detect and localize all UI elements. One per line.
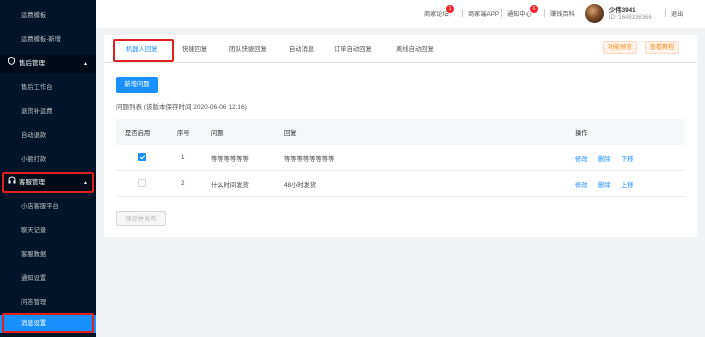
- row-index: 2: [181, 180, 185, 187]
- sidebar-item-qa-management[interactable]: 问答管理: [0, 294, 96, 312]
- tab-team-quick-reply[interactable]: 团队快捷回复: [229, 44, 267, 53]
- save-publish-button[interactable]: 保存并发布: [116, 211, 166, 226]
- table-row: 1 等等等等等等 等等等等等等等等 修改 删除 下移: [116, 145, 685, 171]
- notification-badge: 6: [530, 5, 538, 13]
- move-up-link[interactable]: 上移: [621, 180, 634, 189]
- chevron-up-icon: ▲: [83, 180, 88, 186]
- enable-checkbox[interactable]: [138, 179, 146, 187]
- row-question: 等等等等等等: [211, 156, 249, 163]
- chevron-up-icon: ▲: [83, 61, 88, 67]
- forum-link[interactable]: 商家论坛: [424, 9, 449, 18]
- tab-quick-reply[interactable]: 快捷回复: [182, 44, 207, 53]
- sidebar-group-customer-service[interactable]: 客服管理 ▲: [0, 174, 96, 192]
- tab-robot-reply[interactable]: 机器人回复: [126, 44, 157, 53]
- forum-badge: 1: [446, 5, 454, 13]
- sidebar-item-shipping-template-add[interactable]: 运费模板-新增: [0, 31, 96, 49]
- sidebar-item-chat-history[interactable]: 聊天记录: [0, 222, 96, 240]
- column-header: 回复: [284, 130, 297, 137]
- row-reply: 等等等等等等等等: [284, 156, 335, 163]
- divider: [501, 9, 502, 17]
- divider: [544, 9, 545, 17]
- row-question: 什么时间发货: [211, 182, 249, 189]
- main-card: 机器人回复 快捷回复 团队快捷回复 自动消息 订单自动回复 离线自动回复 功能预…: [104, 35, 697, 237]
- sidebar-item-return-shipping[interactable]: 退货补运费: [0, 103, 96, 121]
- add-question-button[interactable]: 新增问题: [116, 77, 158, 93]
- sidebar-group-label: 客服管理: [19, 179, 45, 186]
- avatar[interactable]: [585, 4, 604, 23]
- delete-link[interactable]: 删除: [598, 180, 611, 189]
- sidebar-item-small-payment[interactable]: 小额打款: [0, 151, 96, 169]
- tab-offline-auto-reply[interactable]: 离线自动回复: [396, 44, 434, 53]
- earn-wiki-link[interactable]: 赚钱百科: [550, 9, 575, 18]
- row-reply: 48小时发货: [284, 182, 317, 189]
- sidebar-group-label: 售后管理: [19, 60, 45, 67]
- table-row: 2 什么时间发货 48小时发货 修改 删除 上移: [116, 171, 685, 197]
- column-header: 问题: [211, 130, 224, 137]
- sidebar-item-after-sales-workbench[interactable]: 售后工作台: [0, 79, 96, 97]
- edit-link[interactable]: 修改: [575, 154, 588, 163]
- user-name: 少伟3941: [609, 7, 636, 14]
- view-tutorial-button[interactable]: 查看教程: [645, 41, 680, 54]
- tab-auto-message[interactable]: 自动消息: [289, 44, 314, 53]
- sidebar-item-notification-settings[interactable]: 通知设置: [0, 270, 96, 288]
- column-header: 是否启用: [125, 130, 151, 137]
- column-header: 操作: [575, 130, 588, 137]
- column-header: 序号: [177, 130, 190, 137]
- sidebar-item-shipping-template[interactable]: 运费模板: [0, 7, 96, 25]
- merchant-app-link[interactable]: 商家端APP: [468, 9, 499, 18]
- enable-checkbox[interactable]: [138, 153, 146, 161]
- shield-icon: [7, 55, 16, 73]
- tabs-divider: [104, 62, 697, 63]
- sidebar-item-cs-data[interactable]: 客服数据: [0, 246, 96, 264]
- row-index: 1: [181, 154, 185, 161]
- table-header: 是否启用 序号 问题 回复 操作: [116, 119, 685, 145]
- divider: [462, 9, 463, 17]
- move-down-link[interactable]: 下移: [621, 154, 634, 163]
- logout-link[interactable]: 退出: [671, 9, 683, 18]
- feature-preview-button[interactable]: 功能预览: [603, 41, 638, 54]
- divider: [665, 9, 666, 17]
- sidebar-group-after-sales[interactable]: 售后管理 ▲: [0, 55, 96, 73]
- top-header: 商家论坛 1 商家端APP 通知中心 6 赚钱百科 少伟3941 ID: 164…: [96, 0, 705, 28]
- sidebar-item-shop-cs-platform[interactable]: 小店客服平台: [0, 198, 96, 216]
- sidebar-item-message-settings[interactable]: 消息设置: [0, 315, 96, 333]
- headset-icon: [7, 174, 16, 192]
- sidebar-item-auto-refund[interactable]: 自动退款: [0, 127, 96, 145]
- notification-center-link[interactable]: 通知中心: [507, 9, 532, 18]
- tab-order-auto-reply[interactable]: 订单自动回复: [334, 44, 372, 53]
- delete-link[interactable]: 删除: [598, 154, 611, 163]
- list-title: 问题列表 (该版本保存时间 2020-06-06 12:16): [116, 104, 247, 111]
- edit-link[interactable]: 修改: [575, 180, 588, 189]
- user-id: ID: 1648336366: [609, 15, 652, 21]
- sidebar: 运费模板 运费模板-新增 售后管理 ▲ 售后工作台 退货补运费 自动退款 小额打…: [0, 0, 96, 337]
